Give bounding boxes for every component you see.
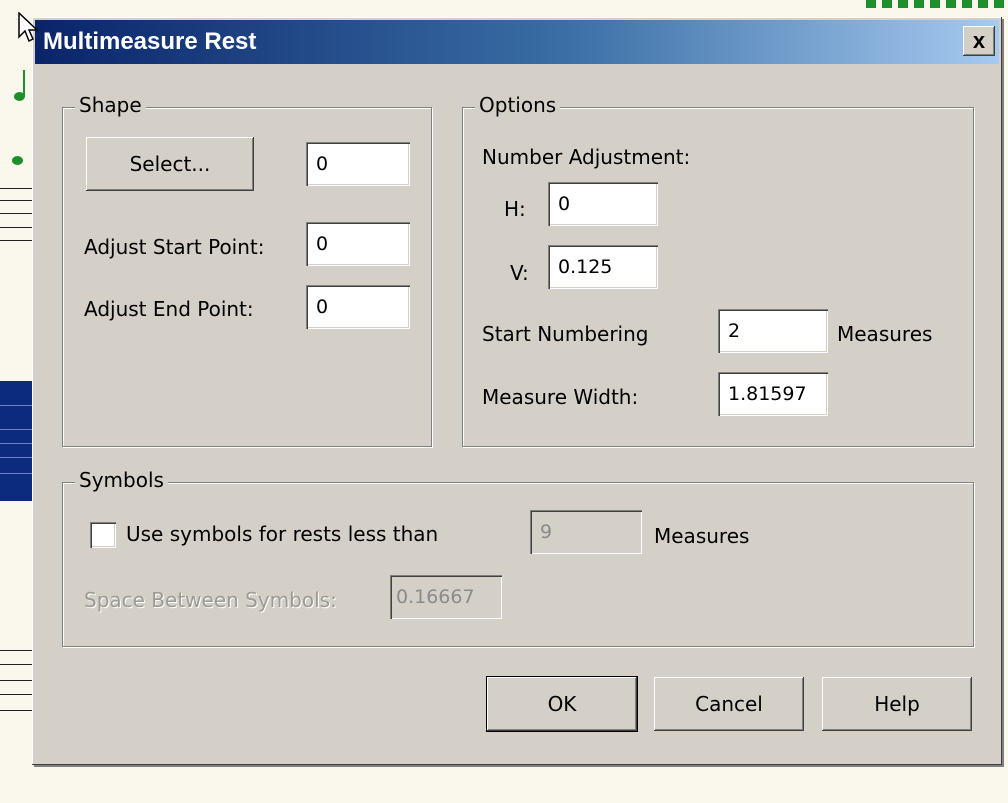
use-symbols-label[interactable]: Use symbols for rests less than bbox=[126, 522, 438, 546]
options-legend: Options bbox=[475, 93, 561, 117]
background-notes bbox=[866, 0, 1008, 8]
shape-legend: Shape bbox=[75, 93, 146, 117]
arrow-cursor-icon bbox=[18, 12, 39, 43]
measure-width-input[interactable] bbox=[718, 372, 828, 416]
v-input[interactable] bbox=[548, 245, 658, 289]
window-title: Multimeasure Rest bbox=[43, 28, 257, 55]
shape-id-input[interactable] bbox=[306, 142, 410, 186]
help-button[interactable]: Help bbox=[822, 677, 972, 731]
staff-line bbox=[0, 664, 34, 665]
space-between-symbols-label: Space Between Symbols: bbox=[84, 588, 337, 612]
close-icon: x bbox=[972, 28, 986, 53]
background-note-stem bbox=[23, 70, 25, 96]
staff-line bbox=[0, 240, 34, 241]
h-input[interactable] bbox=[548, 182, 658, 226]
staff-line bbox=[0, 680, 34, 681]
h-label: H: bbox=[504, 197, 526, 221]
start-numbering-unit: Measures bbox=[837, 322, 933, 346]
ok-button[interactable]: OK bbox=[486, 676, 638, 732]
staff-line bbox=[0, 188, 34, 189]
use-symbols-checkbox[interactable] bbox=[90, 522, 116, 548]
multimeasure-rest-dialog: Multimeasure Rest x Shape Select... Adju… bbox=[32, 17, 1002, 765]
use-symbols-measures-input[interactable] bbox=[530, 510, 642, 554]
cancel-button[interactable]: Cancel bbox=[654, 677, 804, 731]
adjust-end-label: Adjust End Point: bbox=[84, 297, 254, 321]
start-numbering-label: Start Numbering bbox=[482, 322, 649, 346]
adjust-end-input[interactable] bbox=[306, 285, 410, 329]
symbols-group: Symbols bbox=[62, 468, 974, 647]
number-adjustment-label: Number Adjustment: bbox=[482, 145, 691, 169]
staff-line bbox=[0, 650, 34, 651]
background-note bbox=[12, 156, 23, 165]
background-barline bbox=[1002, 30, 1004, 650]
background-selection bbox=[0, 381, 32, 501]
staff-line bbox=[0, 710, 34, 711]
measure-width-label: Measure Width: bbox=[482, 385, 639, 409]
space-between-symbols-input[interactable] bbox=[390, 575, 502, 619]
start-numbering-input[interactable] bbox=[718, 309, 828, 353]
symbols-legend: Symbols bbox=[75, 468, 168, 492]
close-button[interactable]: x bbox=[963, 26, 995, 56]
staff-line bbox=[0, 200, 34, 201]
staff-line bbox=[0, 694, 34, 695]
use-symbols-unit: Measures bbox=[654, 524, 750, 548]
adjust-start-input[interactable] bbox=[306, 222, 410, 266]
adjust-start-label: Adjust Start Point: bbox=[84, 235, 265, 259]
select-shape-button[interactable]: Select... bbox=[86, 137, 254, 191]
staff-line bbox=[0, 213, 34, 214]
title-bar[interactable]: Multimeasure Rest x bbox=[35, 20, 999, 64]
v-label: V: bbox=[510, 261, 529, 285]
staff-line bbox=[0, 227, 34, 228]
